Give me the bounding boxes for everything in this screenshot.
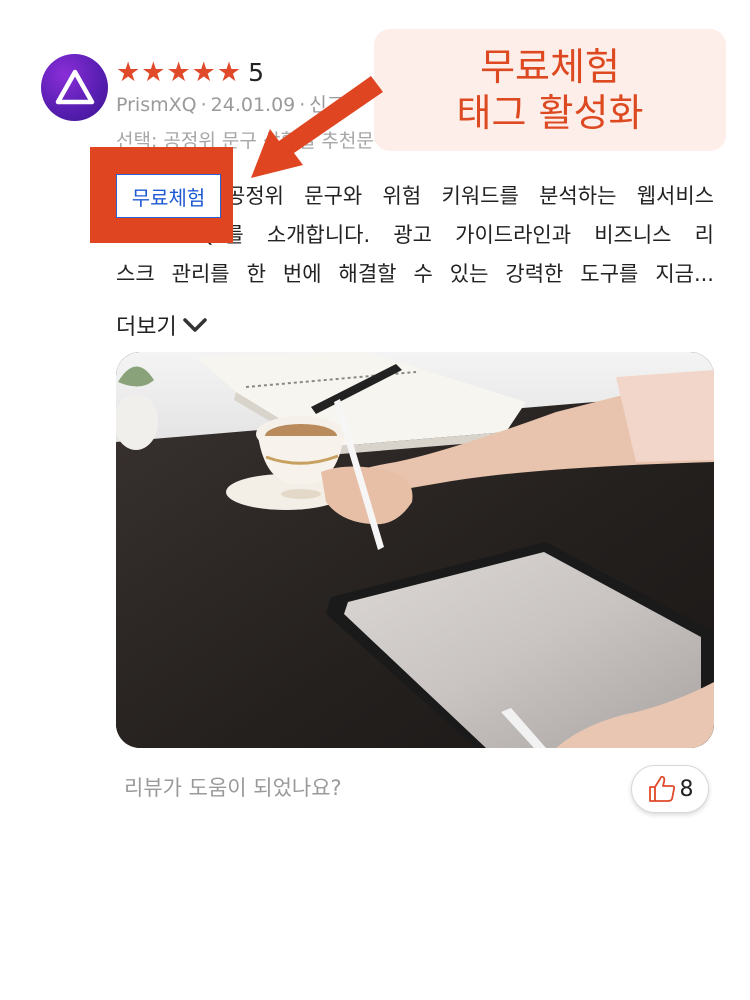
review-date: 24.01.09 xyxy=(210,94,296,116)
prism-logo-icon xyxy=(55,69,94,104)
report-link[interactable]: 신고 xyxy=(309,94,344,116)
free-trial-tag[interactable]: 무료체험 xyxy=(116,174,221,218)
star-icon: ★ xyxy=(116,57,141,88)
review-meta: PrismXQ · 24.01.09 · 신고 xyxy=(116,94,345,116)
rating-value: 5 xyxy=(248,58,264,87)
star-rating: ★ ★ ★ ★ ★ 5 xyxy=(116,58,264,88)
annotation-line-1: 무료체험 xyxy=(480,45,620,89)
review-photo[interactable] xyxy=(116,352,714,748)
reviewer-name: PrismXQ xyxy=(116,94,197,116)
reviewer-avatar[interactable] xyxy=(41,54,108,121)
star-icon: ★ xyxy=(216,57,242,88)
helpful-question: 리뷰가 도움이 되었나요? xyxy=(124,776,342,800)
star-icon: ★ xyxy=(191,57,216,88)
annotation-callout: 무료체험 태그 활성화 xyxy=(374,29,726,151)
review-body-line-1: 공정위 문구와 위험 키워드를 분석하는 웹서비스 xyxy=(226,184,714,208)
star-icon: ★ xyxy=(141,57,166,88)
more-label: 더보기 xyxy=(116,315,177,340)
annotation-line-2: 태그 활성화 xyxy=(456,91,644,135)
photo-illustration xyxy=(116,352,714,748)
review-body-line-3: 스크 관리를 한 번에 해결할 수 있는 강력한 도구를 지금... xyxy=(116,262,714,286)
chevron-down-icon xyxy=(182,318,207,332)
like-count: 8 xyxy=(679,776,694,802)
thumbs-up-icon xyxy=(648,775,675,802)
like-button[interactable]: 8 xyxy=(631,765,709,813)
star-icon: ★ xyxy=(166,57,191,88)
expand-more-button[interactable]: 더보기 xyxy=(116,309,209,341)
